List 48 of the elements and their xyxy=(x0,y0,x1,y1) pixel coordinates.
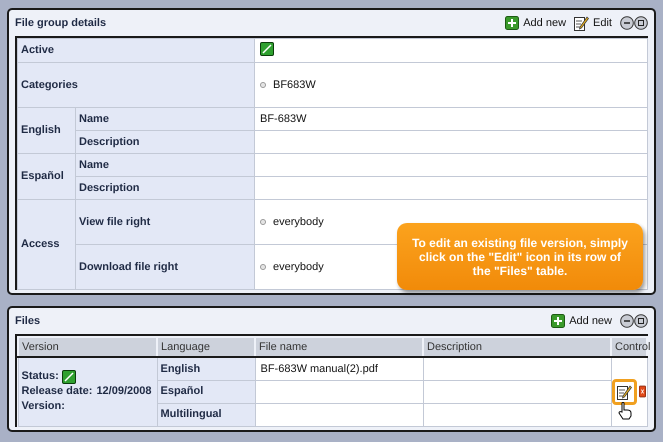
field-label: View file right xyxy=(79,216,150,228)
add-icon xyxy=(505,16,520,30)
edit-button[interactable]: Edit xyxy=(574,14,612,32)
field-label: Description xyxy=(79,182,140,194)
add-icon xyxy=(551,314,566,328)
column-header: Description xyxy=(423,337,611,357)
panel-title: File group details xyxy=(15,16,106,31)
field-value: everybody xyxy=(273,214,324,230)
maximize-icon[interactable] xyxy=(634,314,648,328)
status-label: Status: xyxy=(22,369,59,384)
field-label: Description xyxy=(79,136,140,148)
field-label: Active xyxy=(21,44,54,56)
add-new-button[interactable]: Add new xyxy=(505,14,566,32)
group-label: Español xyxy=(21,170,64,182)
minimize-icon[interactable] xyxy=(620,16,634,30)
field-value: BF683W xyxy=(273,78,316,93)
field-label: Name xyxy=(79,158,109,171)
version-label: Version: xyxy=(22,399,66,414)
minimize-icon[interactable] xyxy=(620,314,634,328)
delete-icon[interactable] xyxy=(638,384,646,400)
hand-cursor-icon xyxy=(618,402,632,420)
bullet-icon xyxy=(260,264,266,270)
edit-icon xyxy=(574,15,590,31)
bullet-icon xyxy=(260,82,266,88)
bullet-icon xyxy=(260,219,266,225)
field-label: Download file right xyxy=(79,260,178,273)
field-label: Categories xyxy=(21,78,78,91)
panel-title: Files xyxy=(15,314,40,329)
column-header: Version xyxy=(18,337,157,357)
release-date: 12/09/2008 xyxy=(96,384,152,400)
maximize-icon[interactable] xyxy=(634,16,648,30)
release-date-label: Release date: xyxy=(22,384,92,400)
field-value: everybody xyxy=(273,260,324,275)
group-label: English xyxy=(21,124,61,136)
field-label: Name xyxy=(79,112,109,125)
group-label: Access xyxy=(21,238,60,250)
add-new-button[interactable]: Add new xyxy=(551,312,612,330)
language-label: Multilingual xyxy=(160,408,222,420)
field-value: BF-683W xyxy=(260,112,306,125)
tooltip-callout: To edit an existing file version, simply click on the "Edit" icon in its row of the "Files" table. xyxy=(397,223,643,290)
language-label: English xyxy=(160,362,200,374)
checkbox[interactable] xyxy=(62,370,76,384)
file-name: BF-683W manual(2).pdf xyxy=(260,362,378,374)
column-header: File name xyxy=(255,337,423,357)
checkbox[interactable] xyxy=(260,42,274,56)
edit-icon xyxy=(616,384,632,400)
language-label: Español xyxy=(160,385,204,398)
column-header: Language xyxy=(157,337,255,357)
